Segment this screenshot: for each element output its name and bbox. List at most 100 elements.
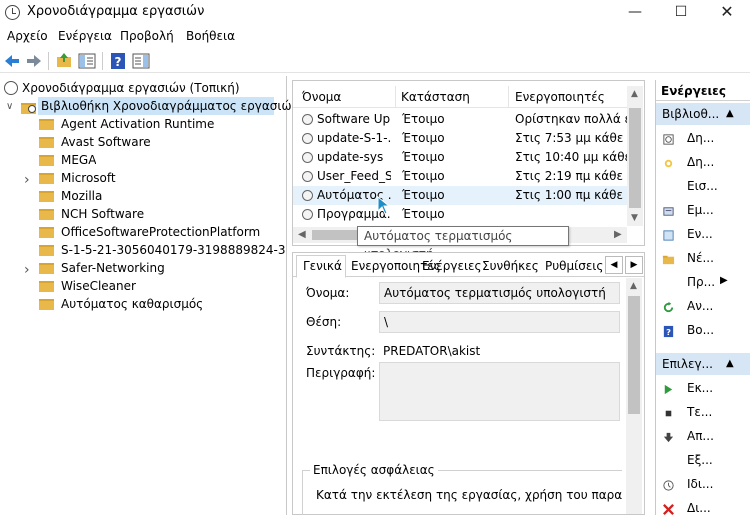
- tab-conditions[interactable]: Συνθήκες: [482, 256, 539, 276]
- maximize-button[interactable]: ☐: [658, 0, 704, 26]
- task-status-cell: Έτοιμο: [402, 188, 445, 202]
- column-status[interactable]: Κατάσταση: [401, 90, 470, 104]
- tree-item[interactable]: Agent Activation Runtime: [61, 115, 214, 133]
- create-task-icon: [663, 134, 674, 145]
- menu-view[interactable]: Προβολή: [120, 29, 174, 43]
- task-status-cell: Έτοιμο: [402, 131, 445, 145]
- description-field[interactable]: [379, 362, 620, 421]
- tree-root[interactable]: Χρονοδιάγραμμα εργασιών (Τοπική): [22, 79, 240, 97]
- menu-action[interactable]: Ενέργεια: [58, 29, 112, 43]
- action-item[interactable]: Εν...: [687, 227, 713, 241]
- task-list-vscroll-thumb[interactable]: [629, 108, 641, 208]
- back-arrow-icon[interactable]: [2, 51, 22, 71]
- library-folder-icon: [20, 99, 38, 115]
- folder-icon: [39, 191, 54, 202]
- menu-bar: [0, 27, 750, 47]
- action-item[interactable]: Βο...: [687, 323, 714, 337]
- close-button[interactable]: ✕: [704, 0, 750, 26]
- scroll-down-icon[interactable]: ▼: [631, 213, 638, 223]
- security-text: Κατά την εκτέλεση της εργασίας, χρήση το…: [316, 488, 622, 502]
- task-trigger-cell: Στις 2:19 πμ κάθε ημέ: [515, 169, 627, 183]
- folder-icon: [39, 173, 54, 184]
- tree-item[interactable]: MEGA: [61, 151, 96, 169]
- action-item[interactable]: Εμ...: [687, 203, 714, 217]
- tree-item[interactable]: Mozilla: [61, 187, 102, 205]
- help-icon: ?: [663, 325, 674, 337]
- tab-scroll-right-icon[interactable]: ▶: [625, 256, 643, 274]
- delete-icon: [663, 504, 674, 515]
- tree-item[interactable]: Αυτόματος καθαρισμός: [61, 295, 203, 313]
- action-item[interactable]: Πρ...: [687, 275, 715, 289]
- scheduled-task-icon: [302, 114, 313, 125]
- collapse-up-icon[interactable]: ▲: [726, 108, 734, 119]
- action-item[interactable]: Εκ...: [687, 381, 713, 395]
- chevron-right-icon[interactable]: ›: [24, 262, 30, 278]
- action-item[interactable]: Τε...: [687, 405, 712, 419]
- tab-general[interactable]: Γενικά: [303, 256, 342, 276]
- action-item[interactable]: Δη...: [687, 155, 714, 169]
- tree-library[interactable]: Βιβλιοθήκη Χρονοδιαγράμματος εργασιών: [38, 97, 298, 115]
- action-item[interactable]: Εισ...: [687, 179, 718, 193]
- details-vscroll-thumb[interactable]: [628, 296, 640, 414]
- action-item[interactable]: Δι...: [687, 501, 711, 515]
- submenu-arrow-icon[interactable]: ▶: [720, 275, 728, 286]
- column-divider: [508, 86, 509, 108]
- help-icon[interactable]: ?: [108, 51, 128, 71]
- collapse-up-icon[interactable]: ▲: [726, 358, 734, 369]
- location-label: Θέση:: [306, 315, 342, 329]
- tree-item[interactable]: Microsoft: [61, 169, 116, 187]
- tree-item[interactable]: S-1-5-21-3056040179-3198889824-3594355: [61, 241, 285, 259]
- tree-item[interactable]: Safer-Networking: [61, 259, 165, 277]
- description-label: Περιγραφή:: [306, 366, 376, 380]
- display-running-icon: [663, 207, 674, 216]
- security-title: Επιλογές ασφάλειας: [310, 463, 438, 477]
- run-icon: [664, 384, 673, 395]
- chevron-right-icon[interactable]: ›: [24, 172, 30, 188]
- scheduled-task-icon: [302, 209, 313, 220]
- tab-actions[interactable]: Ενέργειες: [422, 256, 482, 276]
- tree-item[interactable]: NCH Software: [61, 205, 144, 223]
- pane-divider: [286, 76, 287, 515]
- action-item[interactable]: Αν...: [687, 299, 713, 313]
- folder-icon: [39, 245, 54, 256]
- tab-scroll-left-icon[interactable]: ◀: [605, 256, 623, 274]
- column-triggers[interactable]: Ενεργοποιητές: [515, 90, 605, 104]
- name-field[interactable]: Αυτόματος τερματισμός υπολογιστή: [379, 282, 620, 304]
- task-name-cell: update-S-1-...: [317, 131, 391, 145]
- tree-item[interactable]: OfficeSoftwareProtectionPlatform: [61, 223, 260, 241]
- action-item[interactable]: Νέ...: [687, 251, 714, 265]
- scheduled-task-icon: [302, 152, 313, 163]
- minimize-button[interactable]: —: [612, 0, 658, 26]
- author-value: PREDATOR\akist: [383, 344, 481, 358]
- toolbar-separator: [102, 52, 103, 70]
- tree-item[interactable]: WiseCleaner: [61, 277, 136, 295]
- action-item[interactable]: Απ...: [687, 429, 714, 443]
- show-hide-tree-icon[interactable]: [77, 51, 97, 71]
- folder-icon: [39, 299, 54, 310]
- scroll-up-icon[interactable]: ▲: [630, 281, 637, 291]
- disable-icon: [663, 432, 674, 443]
- column-name[interactable]: Όνομα: [302, 90, 341, 104]
- show-hide-actions-icon[interactable]: [131, 51, 151, 71]
- menu-help[interactable]: Βοήθεια: [186, 29, 235, 43]
- scroll-up-icon[interactable]: ▲: [631, 89, 638, 99]
- action-item[interactable]: Ιδι...: [687, 477, 713, 491]
- folder-icon: [39, 263, 54, 274]
- chevron-down-icon[interactable]: ∨: [6, 101, 13, 112]
- task-name-cell: User_Feed_S...: [317, 169, 391, 183]
- forward-arrow-icon[interactable]: [24, 51, 44, 71]
- action-item[interactable]: Δη...: [687, 131, 714, 145]
- tree-item[interactable]: Avast Software: [61, 133, 151, 151]
- location-field[interactable]: \: [379, 311, 620, 333]
- scroll-left-icon[interactable]: ◀: [298, 229, 306, 240]
- column-divider: [395, 86, 396, 108]
- up-folder-icon[interactable]: [54, 51, 74, 71]
- properties-icon: [663, 480, 674, 491]
- folder-icon: [39, 137, 54, 148]
- scroll-right-icon[interactable]: ▶: [614, 229, 622, 240]
- clock-icon: [5, 5, 20, 20]
- action-item[interactable]: Εξ...: [687, 453, 713, 467]
- scheduled-task-icon: [302, 190, 313, 201]
- menu-file[interactable]: Αρχείο: [7, 29, 48, 43]
- tab-settings[interactable]: Ρυθμίσεις: [545, 256, 603, 276]
